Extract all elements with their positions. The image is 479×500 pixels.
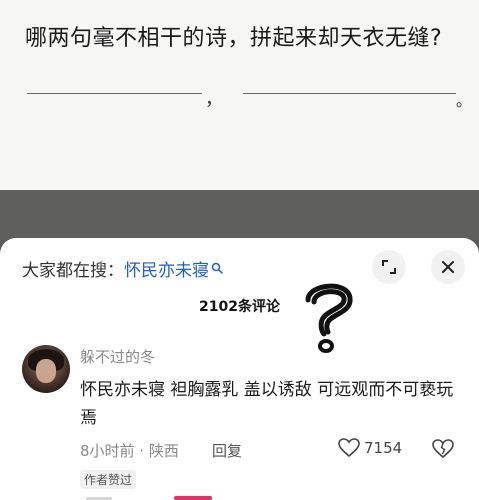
comment-count: 2102条评论	[199, 299, 280, 315]
comments-sheet: 大家都在搜：怀民亦未寝 2102条评论 躲不过的冬 怀民亦未寝 袒胸露乳 盖以诱…	[0, 238, 479, 500]
close-button[interactable]	[431, 250, 465, 284]
question-area: 哪两句毫不相干的诗，拼起来却天衣无缝? ， 。	[0, 0, 479, 190]
period-mark: 。	[456, 91, 473, 110]
trending-search[interactable]: 大家都在搜：怀民亦未寝	[22, 256, 223, 281]
reply-button[interactable]: 回复	[212, 440, 242, 461]
comma-mark: ，	[205, 89, 223, 110]
answer-blank-2	[243, 93, 456, 94]
close-icon	[442, 261, 454, 273]
comment-text: 怀民亦未寝 袒胸露乳 盖以诱敌 可远观而不可亵玩焉	[80, 380, 454, 428]
comment-username[interactable]: 躲不过的冬	[80, 346, 155, 367]
expand-button[interactable]	[372, 250, 406, 284]
trending-search-term[interactable]: 怀民亦未寝	[124, 261, 209, 281]
trending-search-prefix: 大家都在搜：	[22, 261, 124, 281]
comment-meta: 8小时前 · 陕西	[80, 442, 179, 460]
author-liked-badge: 作者赞过	[80, 470, 137, 489]
like-button[interactable]: 7154	[338, 438, 402, 458]
hand-drawn-question-mark-icon	[305, 283, 353, 353]
answer-blank-1	[27, 93, 202, 94]
broken-heart-icon[interactable]	[432, 439, 454, 459]
answer-blanks: ， 。	[27, 89, 472, 110]
search-icon	[211, 262, 223, 274]
avatar[interactable]	[22, 345, 70, 393]
pink-action-bar[interactable]	[174, 496, 212, 500]
expand-icon	[382, 260, 396, 274]
question-text: 哪两句毫不相干的诗，拼起来却天衣无缝?	[25, 26, 443, 51]
avatar-face	[36, 359, 56, 383]
like-count: 7154	[364, 439, 403, 457]
dimmed-background	[0, 190, 479, 240]
heart-icon	[338, 438, 360, 458]
